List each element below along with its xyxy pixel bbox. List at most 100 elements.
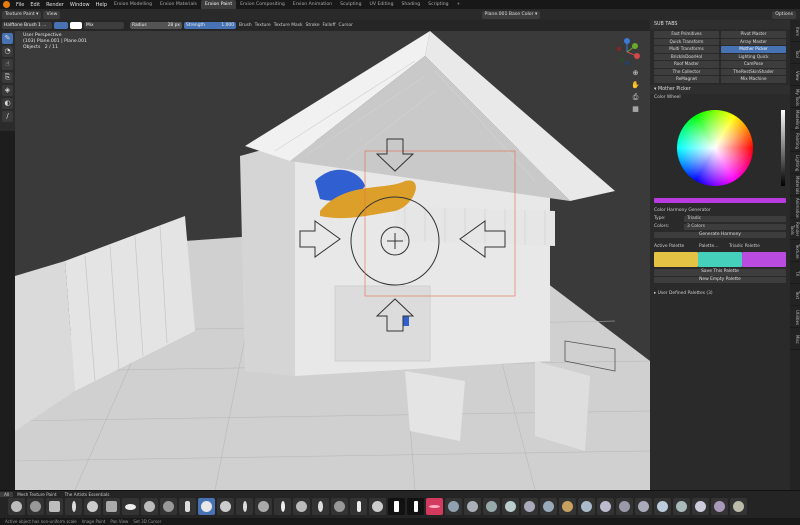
vtab-tool[interactable]: Tool	[790, 42, 800, 64]
draw-tool-icon[interactable]: ✎	[2, 33, 13, 44]
brush-thumbnail[interactable]	[160, 498, 177, 515]
vtab-misc[interactable]: Misc	[790, 328, 800, 350]
vtab-tx[interactable]: TX	[790, 262, 800, 284]
brush-thumbnail[interactable]	[464, 498, 481, 515]
brush-thumbnail[interactable]	[217, 498, 234, 515]
palette-swatch[interactable]	[742, 252, 786, 267]
vtab-item[interactable]: Item	[790, 20, 800, 42]
blend-mode-dropdown[interactable]: Mix	[84, 22, 124, 29]
brush-thumbnail[interactable]	[521, 498, 538, 515]
brush-thumbnail[interactable]	[692, 498, 709, 515]
tab-erxion-compositing[interactable]: Erxion Compositing	[236, 0, 289, 9]
menu-file[interactable]: File	[13, 2, 27, 8]
subtab-pivot-master[interactable]: Pivot Master	[721, 31, 786, 38]
soften-tool-icon[interactable]: ◔	[2, 46, 13, 57]
vtab-my-tools[interactable]: My Tools	[790, 86, 800, 108]
brush-menu[interactable]: Brush	[239, 22, 252, 29]
vtab-texture[interactable]: Texture	[790, 240, 800, 262]
subtab-mix-machine[interactable]: Mix Machine	[721, 76, 786, 83]
generate-harmony-button[interactable]: Generate Harmony	[654, 231, 786, 238]
brush-thumbnail[interactable]	[27, 498, 44, 515]
tab-erxion-materials[interactable]: Erxion Materials	[156, 0, 201, 9]
blender-logo-icon[interactable]	[3, 1, 10, 8]
shelf-tab-artists-essentials[interactable]: The Artists Essentials	[61, 492, 114, 497]
primary-color-swatch[interactable]	[54, 22, 68, 29]
subtab-campose[interactable]: CamPose	[721, 61, 786, 68]
vtab-painting[interactable]: Painting	[790, 130, 800, 152]
menu-render[interactable]: Render	[43, 2, 67, 8]
strength-field[interactable]: Strength 1.000	[184, 22, 236, 29]
colors-dropdown[interactable]: 3 Colors	[684, 223, 786, 230]
add-workspace-icon[interactable]: +	[453, 0, 465, 9]
subtab-therestskinshader[interactable]: TheRestSkinShader	[721, 68, 786, 75]
brush-thumbnail[interactable]	[141, 498, 158, 515]
fill-tool-icon[interactable]: ◈	[2, 85, 13, 96]
brush-thumbnail[interactable]	[179, 498, 196, 515]
subtab-mother-picker[interactable]: Mother Picker	[721, 46, 786, 53]
vtab-modelling[interactable]: Modelling	[790, 108, 800, 130]
subtab-brickindoorhol[interactable]: BrickInDoorHol	[654, 53, 719, 60]
brush-thumbnail[interactable]	[255, 498, 272, 515]
brush-thumbnail[interactable]	[274, 498, 291, 515]
brush-thumbnail[interactable]	[597, 498, 614, 515]
subtab-quick-transform[interactable]: Quick Transform	[654, 38, 719, 45]
brush-thumbnail[interactable]	[331, 498, 348, 515]
menu-help[interactable]: Help	[93, 2, 110, 8]
navigation-gizmo[interactable]	[612, 37, 642, 67]
harmony-header[interactable]: Color Harmony Generator	[650, 207, 790, 215]
brush-thumbnail[interactable]	[673, 498, 690, 515]
brush-thumbnail[interactable]	[103, 498, 120, 515]
menu-window[interactable]: Window	[67, 2, 93, 8]
palette-name-field[interactable]: Palette...	[699, 244, 729, 249]
subtab-lighting-quick[interactable]: Lighting Quick	[721, 53, 786, 60]
brush-thumbnail-active[interactable]	[198, 498, 215, 515]
tab-erxion-animation[interactable]: Erxion Animation	[289, 0, 336, 9]
tab-sculpting[interactable]: Sculpting	[336, 0, 365, 9]
subtab-fast-primitives[interactable]: Fast Primitives	[654, 31, 719, 38]
vtab-view[interactable]: View	[790, 64, 800, 86]
save-palette-button[interactable]: Save This Palette	[654, 269, 786, 276]
brush-thumbnail[interactable]	[616, 498, 633, 515]
subtab-array-master[interactable]: Array Master	[721, 38, 786, 45]
brush-thumbnail[interactable]	[578, 498, 595, 515]
color-wheel[interactable]	[677, 109, 753, 186]
secondary-color-swatch[interactable]	[70, 22, 82, 29]
smear-tool-icon[interactable]: ☝	[2, 59, 13, 70]
brush-thumbnail[interactable]	[635, 498, 652, 515]
brush-thumbnail[interactable]	[502, 498, 519, 515]
brush-thumbnail[interactable]	[559, 498, 576, 515]
brush-thumbnail[interactable]	[407, 498, 424, 515]
brush-thumbnail[interactable]	[730, 498, 747, 515]
vtab-utilities[interactable]: Utilities	[790, 306, 800, 328]
zoom-icon[interactable]: ⊕	[631, 69, 640, 78]
vtab-render-tools[interactable]: Render Tools	[790, 218, 800, 240]
brush-thumbnail[interactable]	[445, 498, 462, 515]
stroke-menu[interactable]: Stroke	[306, 22, 320, 29]
tab-scripting[interactable]: Scripting	[424, 0, 452, 9]
pan-hand-icon[interactable]: ✋	[631, 81, 640, 90]
texture-menu[interactable]: Texture	[255, 22, 271, 29]
palette-swatch[interactable]	[698, 252, 742, 267]
brush-thumbnail[interactable]	[46, 498, 63, 515]
value-slider[interactable]	[781, 109, 785, 186]
subtab-roof-master[interactable]: Roof Master	[654, 61, 719, 68]
vtab-materials[interactable]: Materials	[790, 174, 800, 196]
brush-thumbnail[interactable]	[711, 498, 728, 515]
brush-thumbnail[interactable]	[122, 498, 139, 515]
tab-erxion-modelling[interactable]: Erxion Modelling	[110, 0, 156, 9]
texture-mask-menu[interactable]: Texture Mask	[274, 22, 303, 29]
brush-thumbnail[interactable]	[369, 498, 386, 515]
palette-swatch[interactable]	[654, 252, 698, 267]
subtab-multi-transforms[interactable]: Multi Transforms	[654, 46, 719, 53]
brush-thumbnail[interactable]	[654, 498, 671, 515]
brush-thumbnail[interactable]	[388, 498, 405, 515]
brush-thumbnail[interactable]	[84, 498, 101, 515]
current-color-bar[interactable]	[654, 197, 786, 203]
vtab-animation[interactable]: Animation	[790, 196, 800, 218]
radius-field[interactable]: Radius 28 px	[130, 22, 182, 29]
palette-preset[interactable]: Triadic Palette	[729, 244, 760, 249]
options-menu[interactable]: Options	[772, 10, 796, 19]
user-palettes-row[interactable]: ▸ User Defined Palettes (3)	[650, 289, 790, 297]
brush-selector[interactable]: Halftone Brush 1 ...	[2, 22, 52, 29]
grid-icon[interactable]: ▦	[631, 105, 640, 114]
